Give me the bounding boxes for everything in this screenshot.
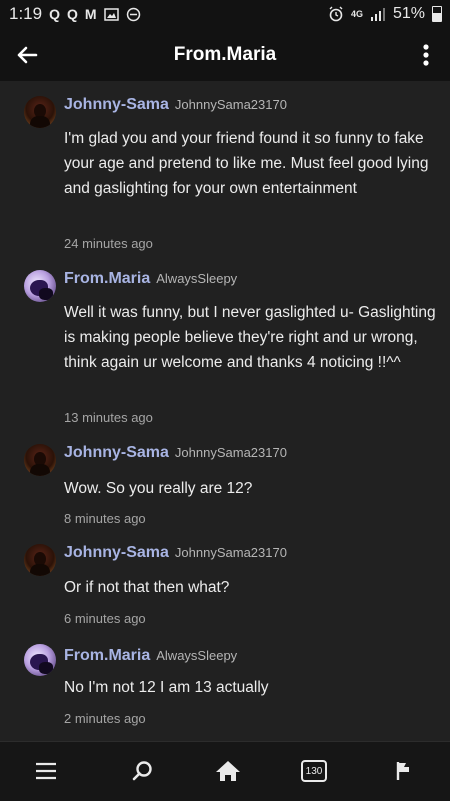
avatar[interactable] — [24, 270, 56, 302]
author-handle: JohnnySama23170 — [174, 545, 287, 560]
author-handle: JohnnySama23170 — [174, 445, 287, 460]
author-name[interactable]: Johnny-Sama — [64, 444, 169, 462]
notifications-button[interactable]: 130 — [299, 756, 329, 786]
status-time: 1:19 — [9, 4, 43, 23]
author-name[interactable]: From.Maria — [64, 270, 150, 288]
message-text: I'm glad you and your friend found it so… — [64, 130, 429, 197]
message-time: 13 minutes ago — [64, 410, 153, 425]
message-time: 24 minutes ago — [64, 236, 153, 251]
notifications-badge: 130 — [301, 760, 327, 782]
status-bar: 1:19 Q Q M 4G 51% — [0, 0, 450, 28]
menu-button[interactable] — [31, 756, 61, 786]
message-time: 8 minutes ago — [64, 511, 146, 526]
avatar[interactable] — [24, 544, 56, 576]
alarm-icon — [329, 6, 343, 22]
bottom-navigation: 130 — [0, 741, 450, 801]
search-button[interactable] — [128, 756, 158, 786]
app-bar: From.Maria — [0, 28, 450, 81]
message-text: Well it was funny, but I never gaslighte… — [64, 304, 436, 371]
author-handle: JohnnySama23170 — [174, 97, 287, 112]
flag-button[interactable] — [389, 756, 419, 786]
message-thread[interactable]: Johnny-Sama JohnnySama23170 I'm glad you… — [0, 81, 450, 741]
battery-percent: 51% — [392, 5, 425, 22]
author-handle: AlwaysSleepy — [156, 271, 238, 286]
page-title: From.Maria — [173, 43, 277, 65]
author-name[interactable]: Johnny-Sama — [64, 544, 169, 562]
home-icon — [216, 761, 240, 781]
message-time: 6 minutes ago — [64, 611, 146, 626]
signal-icon — [370, 7, 385, 21]
blocked-notification-icon — [126, 7, 140, 21]
gallery-notification-icon — [103, 7, 119, 21]
flag-icon — [396, 762, 409, 780]
menu-icon — [36, 762, 56, 780]
author-handle: AlwaysSleepy — [156, 648, 238, 663]
quora-notification-icon-2: Q — [66, 6, 78, 22]
avatar[interactable] — [24, 644, 56, 676]
back-arrow-icon[interactable] — [12, 40, 42, 70]
avatar[interactable] — [24, 96, 56, 128]
gmail-notification-icon: M — [84, 6, 97, 22]
message-text: No I'm not 12 I am 13 actually — [64, 679, 269, 696]
quora-notification-icon: Q — [49, 6, 60, 22]
battery-icon — [432, 6, 442, 22]
avatar[interactable] — [24, 444, 56, 476]
author-name[interactable]: From.Maria — [64, 647, 150, 665]
message-text: Or if not that then what? — [64, 579, 230, 596]
more-options-icon[interactable] — [414, 40, 438, 70]
author-name[interactable]: Johnny-Sama — [64, 96, 169, 114]
search-icon — [132, 761, 152, 781]
network-type-label: 4G — [350, 9, 363, 19]
message-text: Wow. So you really are 12? — [64, 480, 253, 497]
home-button[interactable] — [213, 756, 243, 786]
message-time: 2 minutes ago — [64, 711, 146, 726]
